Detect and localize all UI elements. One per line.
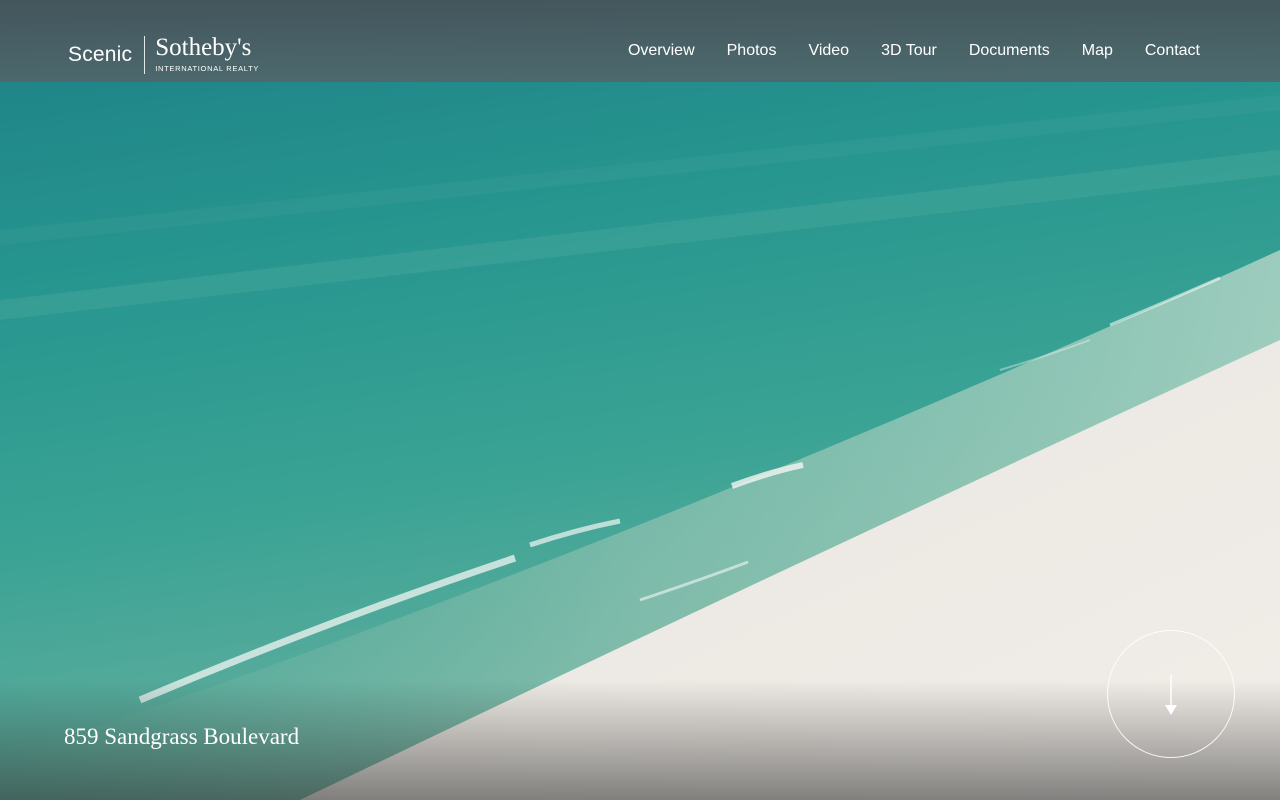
brand-logo[interactable]: Scenic Sotheby's INTERNATIONAL REALTY: [68, 34, 260, 76]
nav-photos[interactable]: Photos: [727, 40, 777, 62]
logo-partner-block: Sotheby's INTERNATIONAL REALTY: [155, 34, 260, 74]
logo-brand-text: Scenic: [68, 43, 133, 66]
arrow-down-icon: [1165, 675, 1177, 715]
property-address: 859 Sandgrass Boulevard: [64, 724, 300, 749]
site-header: Scenic Sotheby's INTERNATIONAL REALTY Ov…: [0, 0, 1280, 82]
nav-documents[interactable]: Documents: [969, 40, 1050, 62]
logo-divider: [144, 36, 146, 74]
nav-contact[interactable]: Contact: [1145, 40, 1200, 62]
nav-3d-tour[interactable]: 3D Tour: [881, 40, 937, 62]
hero-section: Scenic Sotheby's INTERNATIONAL REALTY Ov…: [0, 0, 1280, 800]
logo-tagline: INTERNATIONAL REALTY: [155, 64, 260, 73]
main-nav: Overview Photos Video 3D Tour Documents …: [628, 40, 1200, 62]
logo-partner-text: Sotheby's: [155, 34, 252, 61]
nav-map[interactable]: Map: [1082, 40, 1113, 62]
nav-overview[interactable]: Overview: [628, 40, 695, 62]
scroll-down-button[interactable]: [1107, 630, 1235, 758]
nav-video[interactable]: Video: [808, 40, 849, 62]
